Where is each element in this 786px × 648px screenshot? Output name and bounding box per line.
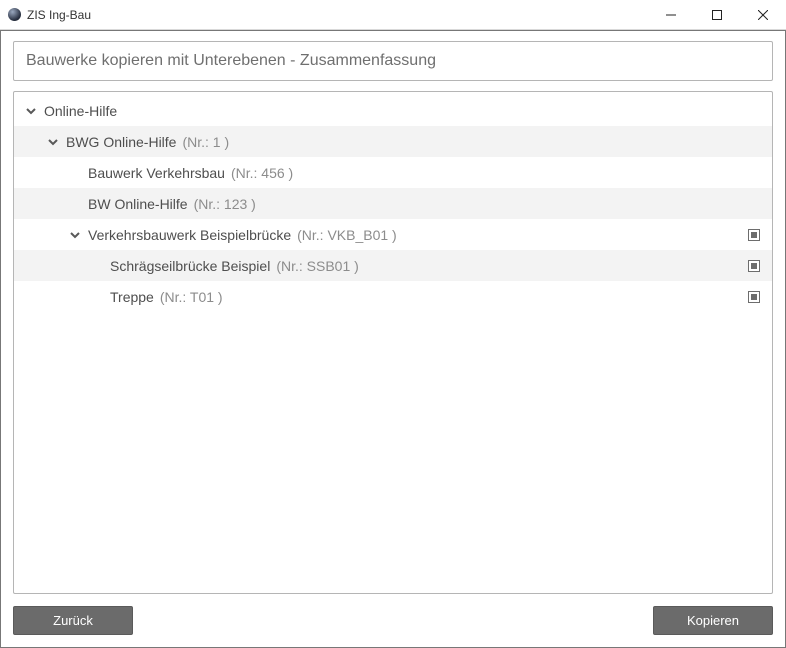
tree-row[interactable]: BWG Online-Hilfe (Nr.: 1 ) — [14, 126, 772, 157]
row-checkbox[interactable] — [748, 229, 760, 241]
window-title: ZIS Ing-Bau — [27, 8, 648, 22]
tree-row[interactable]: Treppe (Nr.: T01 ) — [14, 281, 772, 312]
tree-row[interactable]: Bauwerk Verkehrsbau (Nr.: 456 ) — [14, 157, 772, 188]
chevron-down-icon[interactable] — [24, 104, 38, 118]
tree-item-label: Verkehrsbauwerk Beispielbrücke — [88, 227, 291, 243]
tree-item-nr: (Nr.: 123 ) — [194, 196, 256, 212]
tree-item-label: Treppe — [110, 289, 154, 305]
titlebar: ZIS Ing-Bau — [0, 0, 786, 30]
tree-item-nr: (Nr.: T01 ) — [160, 289, 223, 305]
tree-item-nr: (Nr.: VKB_B01 ) — [297, 227, 397, 243]
tree-view[interactable]: Online-Hilfe BWG Online-Hilfe (Nr.: 1 ) Bau… — [13, 91, 773, 594]
tree-item-label: BWG Online-Hilfe — [66, 134, 176, 150]
tree-item-label: Schrägseilbrücke Beispiel — [110, 258, 270, 274]
row-checkbox[interactable] — [748, 260, 760, 272]
tree-row[interactable]: Online-Hilfe — [14, 95, 772, 126]
app-icon — [8, 8, 21, 21]
tree-item-nr: (Nr.: 456 ) — [231, 165, 293, 181]
minimize-button[interactable] — [648, 0, 694, 29]
tree-item-label: Online-Hilfe — [44, 103, 117, 119]
tree-item-nr: (Nr.: SSB01 ) — [276, 258, 358, 274]
window-controls — [648, 0, 786, 29]
maximize-button[interactable] — [694, 0, 740, 29]
tree-item-label: BW Online-Hilfe — [88, 196, 188, 212]
page-title: Bauwerke kopieren mit Unterebenen - Zusa… — [26, 52, 436, 69]
back-button[interactable]: Zurück — [13, 606, 133, 635]
close-button[interactable] — [740, 0, 786, 29]
client-area: Bauwerke kopieren mit Unterebenen - Zusa… — [0, 30, 786, 648]
row-checkbox[interactable] — [748, 291, 760, 303]
tree-row[interactable]: BW Online-Hilfe (Nr.: 123 ) — [14, 188, 772, 219]
chevron-down-icon[interactable] — [68, 228, 82, 242]
tree-item-nr: (Nr.: 1 ) — [182, 134, 229, 150]
tree-row[interactable]: Verkehrsbauwerk Beispielbrücke (Nr.: VKB_… — [14, 219, 772, 250]
footer: Zurück Kopieren — [13, 606, 773, 635]
copy-button[interactable]: Kopieren — [653, 606, 773, 635]
tree-row[interactable]: Schrägseilbrücke Beispiel (Nr.: SSB01 ) — [14, 250, 772, 281]
page-header: Bauwerke kopieren mit Unterebenen - Zusa… — [13, 41, 773, 81]
tree-item-label: Bauwerk Verkehrsbau — [88, 165, 225, 181]
chevron-down-icon[interactable] — [46, 135, 60, 149]
